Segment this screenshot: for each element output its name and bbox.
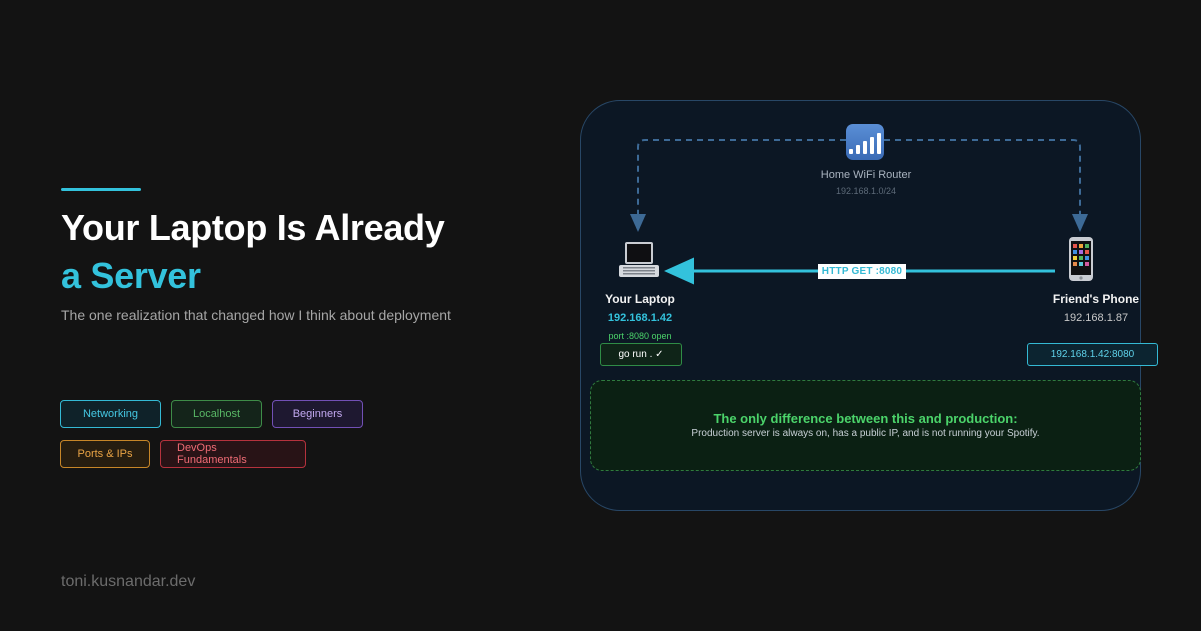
laptop-ip: 192.168.1.42 [607, 312, 673, 324]
production-note-title: The only difference between this and pro… [713, 411, 1018, 426]
laptop-icon [619, 242, 659, 277]
router-to-phone-link [884, 139, 1088, 232]
router-subnet: 192.168.1.0/24 [835, 186, 897, 196]
phone-target-badge: 192.168.1.42:8080 [1027, 343, 1158, 366]
laptop-port-status: port :8080 open [608, 331, 672, 341]
phone-name: Friend's Phone [1052, 292, 1140, 306]
http-request-label: HTTP GET :8080 [818, 264, 906, 279]
mobile-phone-icon [1069, 237, 1093, 281]
production-note-body: Production server is always on, has a pu… [691, 428, 1040, 439]
laptop-name: Your Laptop [605, 292, 675, 306]
router-to-laptop-link [630, 139, 846, 232]
router-name: Home WiFi Router [820, 169, 912, 181]
phone-ip: 192.168.1.87 [1063, 312, 1129, 324]
signal-bars-icon [846, 124, 884, 160]
laptop-command-badge: go run . ✓ [600, 343, 682, 366]
